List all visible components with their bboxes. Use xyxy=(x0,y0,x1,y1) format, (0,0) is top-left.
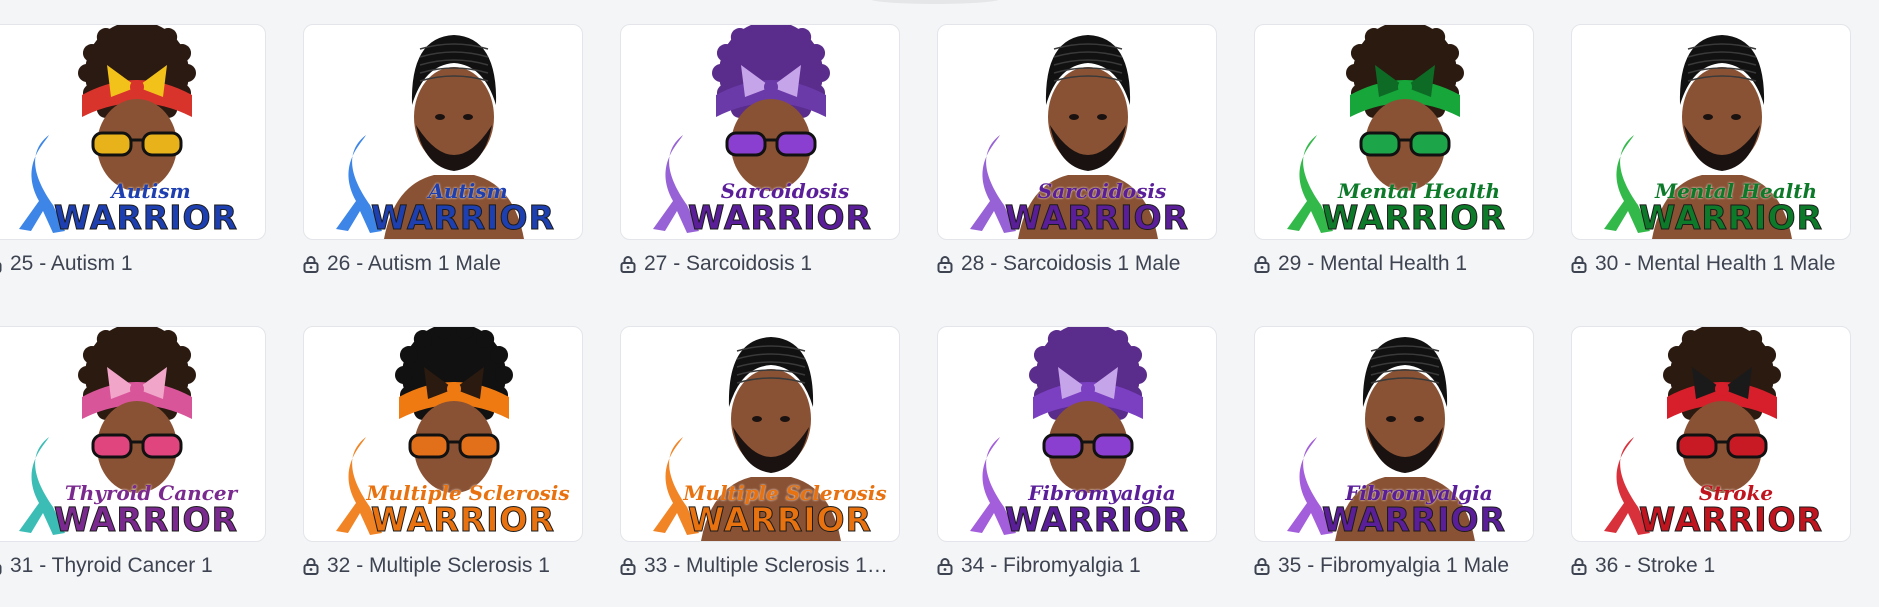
template-thumbnail[interactable]: Sarcoidosis WARRIOR xyxy=(937,24,1217,240)
lock-icon xyxy=(1254,558,1270,575)
warrior-word: WARRIOR xyxy=(1321,198,1507,238)
warrior-word: WARRIOR xyxy=(1321,500,1507,540)
template-card[interactable]: Fibromyalgia WARRIOR 34 - Fibromyalgia 1 xyxy=(937,326,1217,578)
template-card[interactable]: Autism WARRIOR 25 - Autism 1 xyxy=(0,24,266,276)
template-title: 35 - Fibromyalgia 1 Male xyxy=(1278,554,1510,577)
template-caption[interactable]: 34 - Fibromyalgia 1 xyxy=(937,554,1217,578)
template-card[interactable]: Autism WARRIOR 26 - Autism 1 Male xyxy=(303,24,583,276)
template-title: 34 - Fibromyalgia 1 xyxy=(961,554,1141,577)
template-card[interactable]: Stroke WARRIOR 36 - Stroke 1 xyxy=(1571,326,1851,578)
template-thumbnail[interactable]: Thyroid Cancer WARRIOR xyxy=(0,326,266,542)
template-caption[interactable]: 36 - Stroke 1 xyxy=(1571,554,1851,578)
warrior-word: WARRIOR xyxy=(1638,500,1824,540)
template-title: 26 - Autism 1 Male xyxy=(327,252,501,275)
template-card[interactable]: Fibromyalgia WARRIOR 35 - Fibromyalgia 1… xyxy=(1254,326,1534,578)
template-title: 25 - Autism 1 xyxy=(10,252,133,275)
template-title: 33 - Multiple Sclerosis 1 Male xyxy=(644,554,890,577)
template-thumbnail[interactable]: Autism WARRIOR xyxy=(303,24,583,240)
template-caption[interactable]: 26 - Autism 1 Male xyxy=(303,252,583,276)
template-caption[interactable]: 25 - Autism 1 xyxy=(0,252,266,276)
template-card[interactable]: Thyroid Cancer WARRIOR 31 - Thyroid Canc… xyxy=(0,326,266,578)
warrior-word: WARRIOR xyxy=(370,198,556,238)
lock-icon xyxy=(937,558,953,575)
template-card[interactable]: Mental Health WARRIOR 30 - Mental Health… xyxy=(1571,24,1851,276)
template-title: 28 - Sarcoidosis 1 Male xyxy=(961,252,1181,275)
template-caption[interactable]: 33 - Multiple Sclerosis 1 Male xyxy=(620,554,900,578)
template-thumbnail[interactable]: Mental Health WARRIOR xyxy=(1571,24,1851,240)
template-grid: Autism WARRIOR 25 - Autism 1 Autism WARR… xyxy=(0,24,1851,578)
template-caption[interactable]: 30 - Mental Health 1 Male xyxy=(1571,252,1851,276)
template-caption[interactable]: 27 - Sarcoidosis 1 xyxy=(620,252,900,276)
template-card[interactable]: Multiple Sclerosis WARRIOR 33 - Multiple… xyxy=(620,326,900,578)
lock-icon xyxy=(0,262,2,273)
template-card[interactable]: Multiple Sclerosis WARRIOR 32 - Multiple… xyxy=(303,326,583,578)
template-thumbnail[interactable]: Fibromyalgia WARRIOR xyxy=(1254,326,1534,542)
lock-icon xyxy=(0,564,2,575)
lock-icon xyxy=(303,256,319,273)
template-title: 27 - Sarcoidosis 1 xyxy=(644,252,813,275)
template-title: 32 - Multiple Sclerosis 1 xyxy=(327,554,550,577)
template-caption[interactable]: 31 - Thyroid Cancer 1 xyxy=(0,554,266,578)
template-caption[interactable]: 29 - Mental Health 1 xyxy=(1254,252,1534,276)
template-title: 36 - Stroke 1 xyxy=(1595,554,1716,577)
warrior-word: WARRIOR xyxy=(687,500,873,540)
warrior-word: WARRIOR xyxy=(53,198,239,238)
warrior-word: WARRIOR xyxy=(370,500,556,540)
lock-icon xyxy=(620,558,636,575)
template-title: 29 - Mental Health 1 xyxy=(1278,252,1468,275)
lock-icon xyxy=(1571,256,1587,273)
lock-icon xyxy=(937,256,953,273)
template-thumbnail[interactable]: Autism WARRIOR xyxy=(0,24,266,240)
template-thumbnail[interactable]: Fibromyalgia WARRIOR xyxy=(937,326,1217,542)
template-title: 30 - Mental Health 1 Male xyxy=(1595,252,1836,275)
template-thumbnail[interactable]: Sarcoidosis WARRIOR xyxy=(620,24,900,240)
template-card[interactable]: Sarcoidosis WARRIOR 28 - Sarcoidosis 1 M… xyxy=(937,24,1217,276)
warrior-word: WARRIOR xyxy=(1638,198,1824,238)
template-caption[interactable]: 35 - Fibromyalgia 1 Male xyxy=(1254,554,1534,578)
warrior-word: WARRIOR xyxy=(1004,198,1190,238)
template-thumbnail[interactable]: Multiple Sclerosis WARRIOR xyxy=(303,326,583,542)
overlay-shadow xyxy=(870,0,1000,4)
template-title: 31 - Thyroid Cancer 1 xyxy=(10,554,213,577)
template-card[interactable]: Mental Health WARRIOR 29 - Mental Health… xyxy=(1254,24,1534,276)
template-caption[interactable]: 28 - Sarcoidosis 1 Male xyxy=(937,252,1217,276)
template-thumbnail[interactable]: Mental Health WARRIOR xyxy=(1254,24,1534,240)
warrior-word: WARRIOR xyxy=(53,500,239,540)
template-thumbnail[interactable]: Multiple Sclerosis WARRIOR xyxy=(620,326,900,542)
lock-icon xyxy=(303,558,319,575)
lock-icon xyxy=(1571,558,1587,575)
template-thumbnail[interactable]: Stroke WARRIOR xyxy=(1571,326,1851,542)
warrior-word: WARRIOR xyxy=(1004,500,1190,540)
lock-icon xyxy=(620,256,636,273)
template-caption[interactable]: 32 - Multiple Sclerosis 1 xyxy=(303,554,583,578)
warrior-word: WARRIOR xyxy=(687,198,873,238)
template-card[interactable]: Sarcoidosis WARRIOR 27 - Sarcoidosis 1 xyxy=(620,24,900,276)
lock-icon xyxy=(1254,256,1270,273)
